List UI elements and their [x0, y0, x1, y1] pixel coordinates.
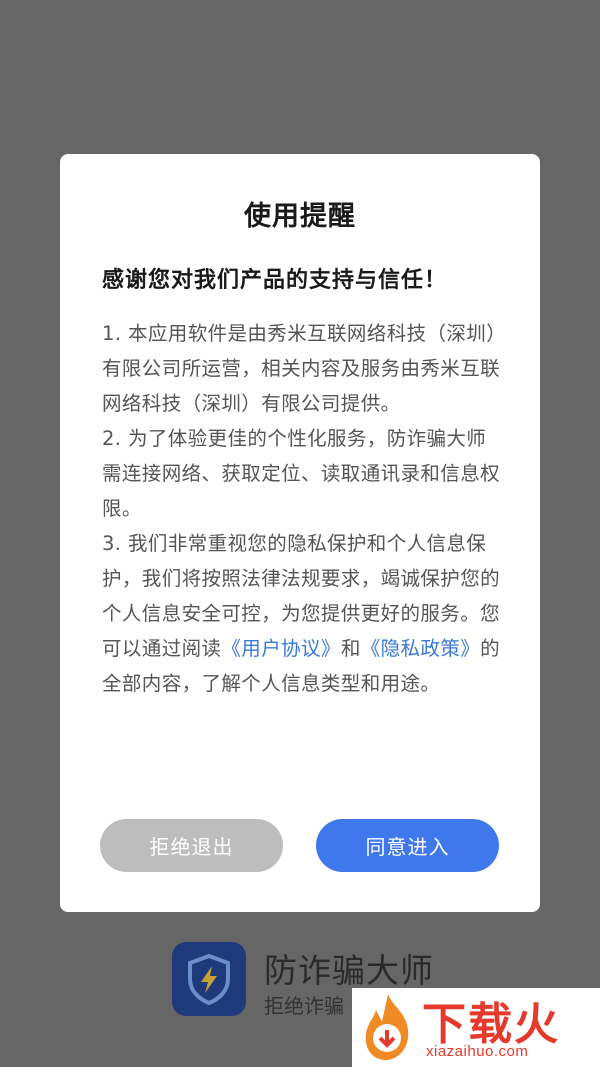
privacy-policy-link[interactable]: 《隐私政策》 [361, 637, 480, 660]
dialog-subtitle: 感谢您对我们产品的支持与信任！ [102, 268, 448, 293]
agree-enter-button[interactable]: 同意进入 [316, 819, 499, 872]
dialog-title: 使用提醒 [244, 201, 356, 232]
paragraph-operator: 1. 本应用软件是由秀米互联网络科技（深圳）有限公司所运营，相关内容及服务由秀米… [102, 322, 501, 415]
paragraph-permissions: 2. 为了体验更佳的个性化服务，防诈骗大师需连接网络、获取定位、读取通讯录和信息… [102, 427, 501, 520]
and-text: 和 [340, 637, 361, 660]
dialog-body: 1. 本应用软件是由秀米互联网络科技（深圳）有限公司所运营，相关内容及服务由秀米… [102, 316, 502, 701]
watermark: 下载火 xiazaihuo.com [352, 988, 600, 1067]
watermark-url: xiazaihuo.com [426, 1043, 529, 1060]
flame-logo-icon [358, 992, 416, 1062]
user-agreement-link[interactable]: 《用户协议》 [221, 637, 340, 660]
app-shield-logo-icon [172, 942, 246, 1016]
paragraph-privacy: 3. 我们非常重视您的隐私保护和个人信息保护，我们将按照法律法规要求，竭诚保护您… [102, 526, 502, 701]
reject-exit-button[interactable]: 拒绝退出 [100, 819, 283, 872]
app-name: 防诈骗大师 [264, 951, 434, 990]
